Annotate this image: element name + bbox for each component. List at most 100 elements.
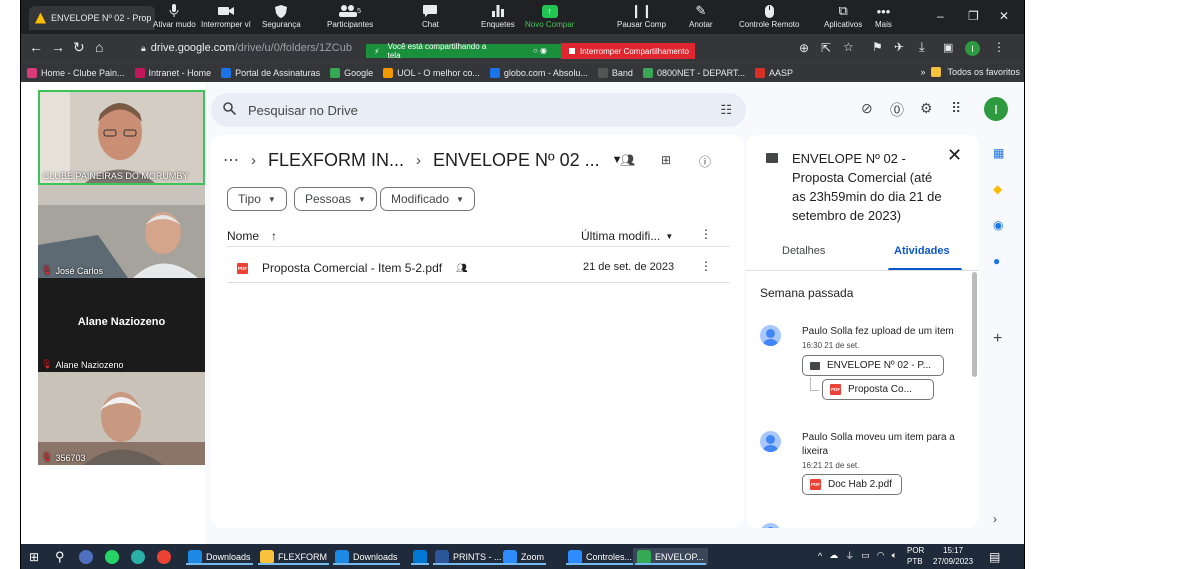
taskbar-clock[interactable]: 15:17 27/09/2023: [933, 545, 973, 567]
settings-gear-icon[interactable]: ⚙: [920, 100, 933, 117]
name-column-header[interactable]: Nome ↑: [227, 229, 277, 243]
new-share-button[interactable]: ↑ Novo Compar: [525, 2, 574, 29]
side-panel-icon[interactable]: ▣: [943, 41, 953, 54]
breadcrumb-item-envelope[interactable]: ENVELOPE Nº 02 ...: [433, 150, 600, 171]
bookmark-item[interactable]: UOL - O melhor co...: [383, 67, 480, 78]
stop-video-button[interactable]: Interromper ví: [201, 2, 251, 29]
tasks-icon[interactable]: ◉: [993, 218, 1003, 232]
taskbar-item[interactable]: Controles...: [564, 548, 636, 565]
table-row[interactable]: PDF Proposta Comercial - Item 5-2.pdf 👥︎…: [227, 249, 730, 283]
browser-tab[interactable]: ENVELOPE Nº 02 - Prop: [29, 6, 155, 30]
volume-icon[interactable]: 🔈︎: [892, 550, 897, 561]
row-more-icon[interactable]: ⋮: [700, 259, 712, 273]
expand-panel-icon[interactable]: ›: [993, 512, 997, 526]
close-icon[interactable]: ✕: [947, 145, 962, 166]
activity-folder-chip[interactable]: ENVELOPE Nº 02 - P...: [802, 355, 944, 376]
apps-button[interactable]: ⧉ Aplicativos: [824, 2, 862, 29]
calendar-icon[interactable]: ▦: [993, 146, 1004, 160]
download-icon[interactable]: ⤓: [919, 39, 925, 55]
url-field[interactable]: 🔒︎ drive.google.com/drive/u/0/folders/1Z…: [141, 38, 352, 58]
usb-icon[interactable]: ⏚: [845, 549, 854, 562]
video-tile-alane[interactable]: Alane Naziozeno 🎙︎ Alane Naziozeno: [38, 278, 205, 372]
participants-button[interactable]: 5 Participantes: [327, 2, 373, 29]
video-tile-clube[interactable]: CLUBE PAINEIRAS DO MORUMBY: [38, 90, 205, 185]
filter-people-chip[interactable]: Pessoas ▼: [294, 187, 377, 211]
bookmark-item[interactable]: Google: [330, 67, 373, 78]
offline-status-icon[interactable]: ⊘: [861, 100, 873, 117]
bookmark-item[interactable]: Band: [597, 67, 633, 78]
taskbar-item[interactable]: Zoom: [499, 548, 548, 565]
filter-type-chip[interactable]: Tipo ▼: [227, 187, 287, 211]
drive-search-bar[interactable]: Pesquisar no Drive ☷: [211, 93, 746, 127]
video-tile-jose[interactable]: 🎙︎ José Carlos: [38, 185, 205, 278]
bookmark-item[interactable]: 0800NET - DEPART...: [642, 67, 745, 78]
activity-file-chip[interactable]: PDF Doc Hab 2.pdf: [802, 474, 902, 495]
windows-start-icon[interactable]: ⊞: [29, 548, 39, 565]
bookmark-star-icon[interactable]: ☆: [843, 40, 854, 54]
reload-icon[interactable]: ↻: [73, 39, 85, 56]
taskbar-item[interactable]: Downloads: [331, 548, 402, 565]
extension-icon[interactable]: ⚑: [872, 40, 883, 54]
close-window-button[interactable]: ✕: [999, 9, 1009, 23]
help-icon[interactable]: ⓪: [890, 100, 904, 120]
taskbar-item[interactable]: PRINTS - ...: [431, 548, 506, 565]
annotate-button[interactable]: ✎ Anotar: [689, 2, 713, 29]
modified-column-header[interactable]: Última modifi... ▼: [581, 229, 673, 243]
apps-grid-icon[interactable]: ⠿: [951, 100, 961, 117]
mute-button[interactable]: Ativar mudo: [153, 2, 196, 29]
search-options-icon[interactable]: ☷: [720, 102, 732, 118]
contacts-icon[interactable]: ●: [993, 254, 1000, 268]
pin-icon[interactable]: ✈: [894, 40, 904, 54]
bookmark-item[interactable]: Home - Clube Pain...: [27, 67, 125, 78]
add-addon-icon[interactable]: +: [993, 330, 1002, 348]
tray-chevron-icon[interactable]: ^: [818, 551, 822, 561]
network-icon[interactable]: ▭: [861, 550, 870, 561]
all-bookmarks-button[interactable]: » Todos os favoritos: [920, 67, 1020, 77]
onedrive-icon[interactable]: ☁: [829, 550, 838, 561]
remote-control-button[interactable]: Controle Remoto: [739, 2, 799, 29]
taskbar-app-icon[interactable]: [79, 548, 93, 565]
maximize-button[interactable]: ❐: [968, 9, 979, 23]
shared-people-icon[interactable]: 👥︎: [620, 153, 635, 167]
user-avatar[interactable]: I: [984, 97, 1008, 121]
keep-icon[interactable]: ◆: [993, 182, 1002, 196]
more-button[interactable]: ••• Mais: [875, 2, 892, 30]
chat-button[interactable]: Chat: [422, 2, 439, 29]
column-options-icon[interactable]: ⋮: [700, 227, 712, 241]
chrome-icon[interactable]: [157, 548, 171, 565]
share-page-icon[interactable]: ⇱: [821, 41, 831, 55]
polls-button[interactable]: Enquetes: [481, 2, 515, 29]
wifi-icon[interactable]: ◠: [877, 550, 885, 561]
filter-modified-chip[interactable]: Modificado ▼: [380, 187, 475, 211]
grid-view-icon[interactable]: ⊞: [661, 153, 671, 167]
back-arrow-icon[interactable]: ←: [29, 39, 43, 55]
security-button[interactable]: Segurança: [262, 2, 301, 29]
video-tile-356703[interactable]: 🎙︎ 356703: [38, 372, 205, 465]
profile-avatar[interactable]: I: [965, 41, 980, 56]
bookmark-item[interactable]: Portal de Assinaturas: [221, 67, 320, 78]
minimize-button[interactable]: –: [937, 9, 944, 23]
bookmark-item[interactable]: Intranet - Home: [134, 67, 211, 78]
bookmark-item[interactable]: globo.com - Absolu...: [489, 67, 588, 78]
forward-arrow-icon[interactable]: →: [51, 39, 65, 55]
home-icon[interactable]: ⌂: [95, 39, 103, 55]
install-icon[interactable]: ⊕: [799, 41, 809, 55]
pause-share-button[interactable]: ❙❙ Pausar Comp: [617, 2, 666, 29]
notification-icon[interactable]: ▤: [989, 548, 1000, 565]
taskbar-item[interactable]: Downloads: [184, 548, 255, 565]
stop-share-button[interactable]: Interromper Compartilhamento: [561, 43, 695, 59]
kebab-menu-icon[interactable]: ⋮: [993, 40, 1005, 54]
tab-activities[interactable]: Atividades: [894, 245, 950, 257]
language-indicator[interactable]: POR PTB: [907, 545, 924, 567]
whatsapp-icon[interactable]: [105, 548, 119, 565]
taskbar-item[interactable]: FLEXFORM: [256, 548, 331, 565]
bookmark-item[interactable]: AASP: [754, 67, 793, 78]
taskbar-item[interactable]: ENVELOP...: [633, 548, 708, 565]
tab-details[interactable]: Detalhes: [782, 245, 825, 257]
info-icon[interactable]: ⓘ: [699, 153, 711, 170]
activity-file-chip[interactable]: PDF Proposta Co...: [822, 379, 934, 400]
breadcrumb-more-icon[interactable]: ⋯: [223, 150, 239, 170]
breadcrumb-item-flexform[interactable]: FLEXFORM IN...: [268, 150, 404, 171]
taskbar-search-icon[interactable]: ⚲: [55, 548, 65, 565]
taskbar-item[interactable]: [409, 548, 431, 565]
